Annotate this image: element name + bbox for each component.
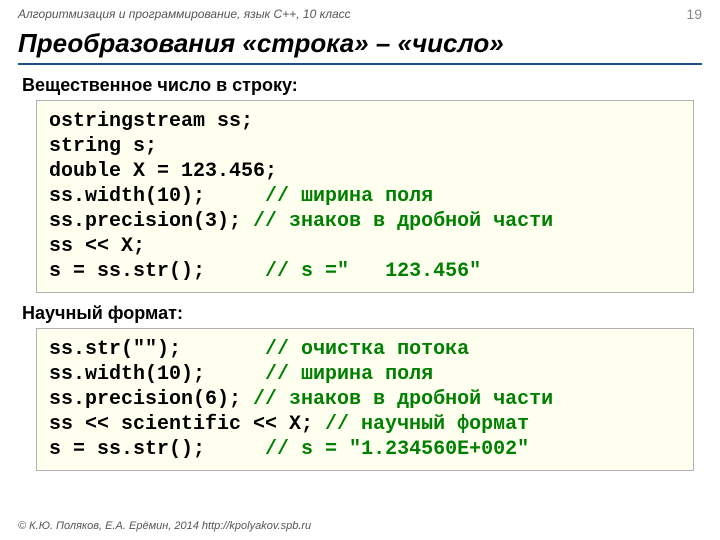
slide-title: Преобразования «строка» – «число» (18, 28, 702, 65)
code-block-1: ostringstream ss; string s; double X = 1… (36, 100, 694, 293)
code-lines-2: ss.str(""); // очистка потока ss.width(1… (49, 337, 681, 462)
course-label: Алгоритмизация и программирование, язык … (18, 7, 351, 21)
section1-heading: Вещественное число в строку: (22, 75, 702, 96)
code-block-2: ss.str(""); // очистка потока ss.width(1… (36, 328, 694, 471)
section2-heading: Научный формат: (22, 303, 702, 324)
page-number: 19 (686, 6, 702, 22)
slide-header: Алгоритмизация и программирование, язык … (18, 0, 702, 22)
code-lines-1: ostringstream ss; string s; double X = 1… (49, 109, 681, 284)
slide-footer: © К.Ю. Поляков, Е.А. Ерёмин, 2014 http:/… (18, 520, 311, 532)
